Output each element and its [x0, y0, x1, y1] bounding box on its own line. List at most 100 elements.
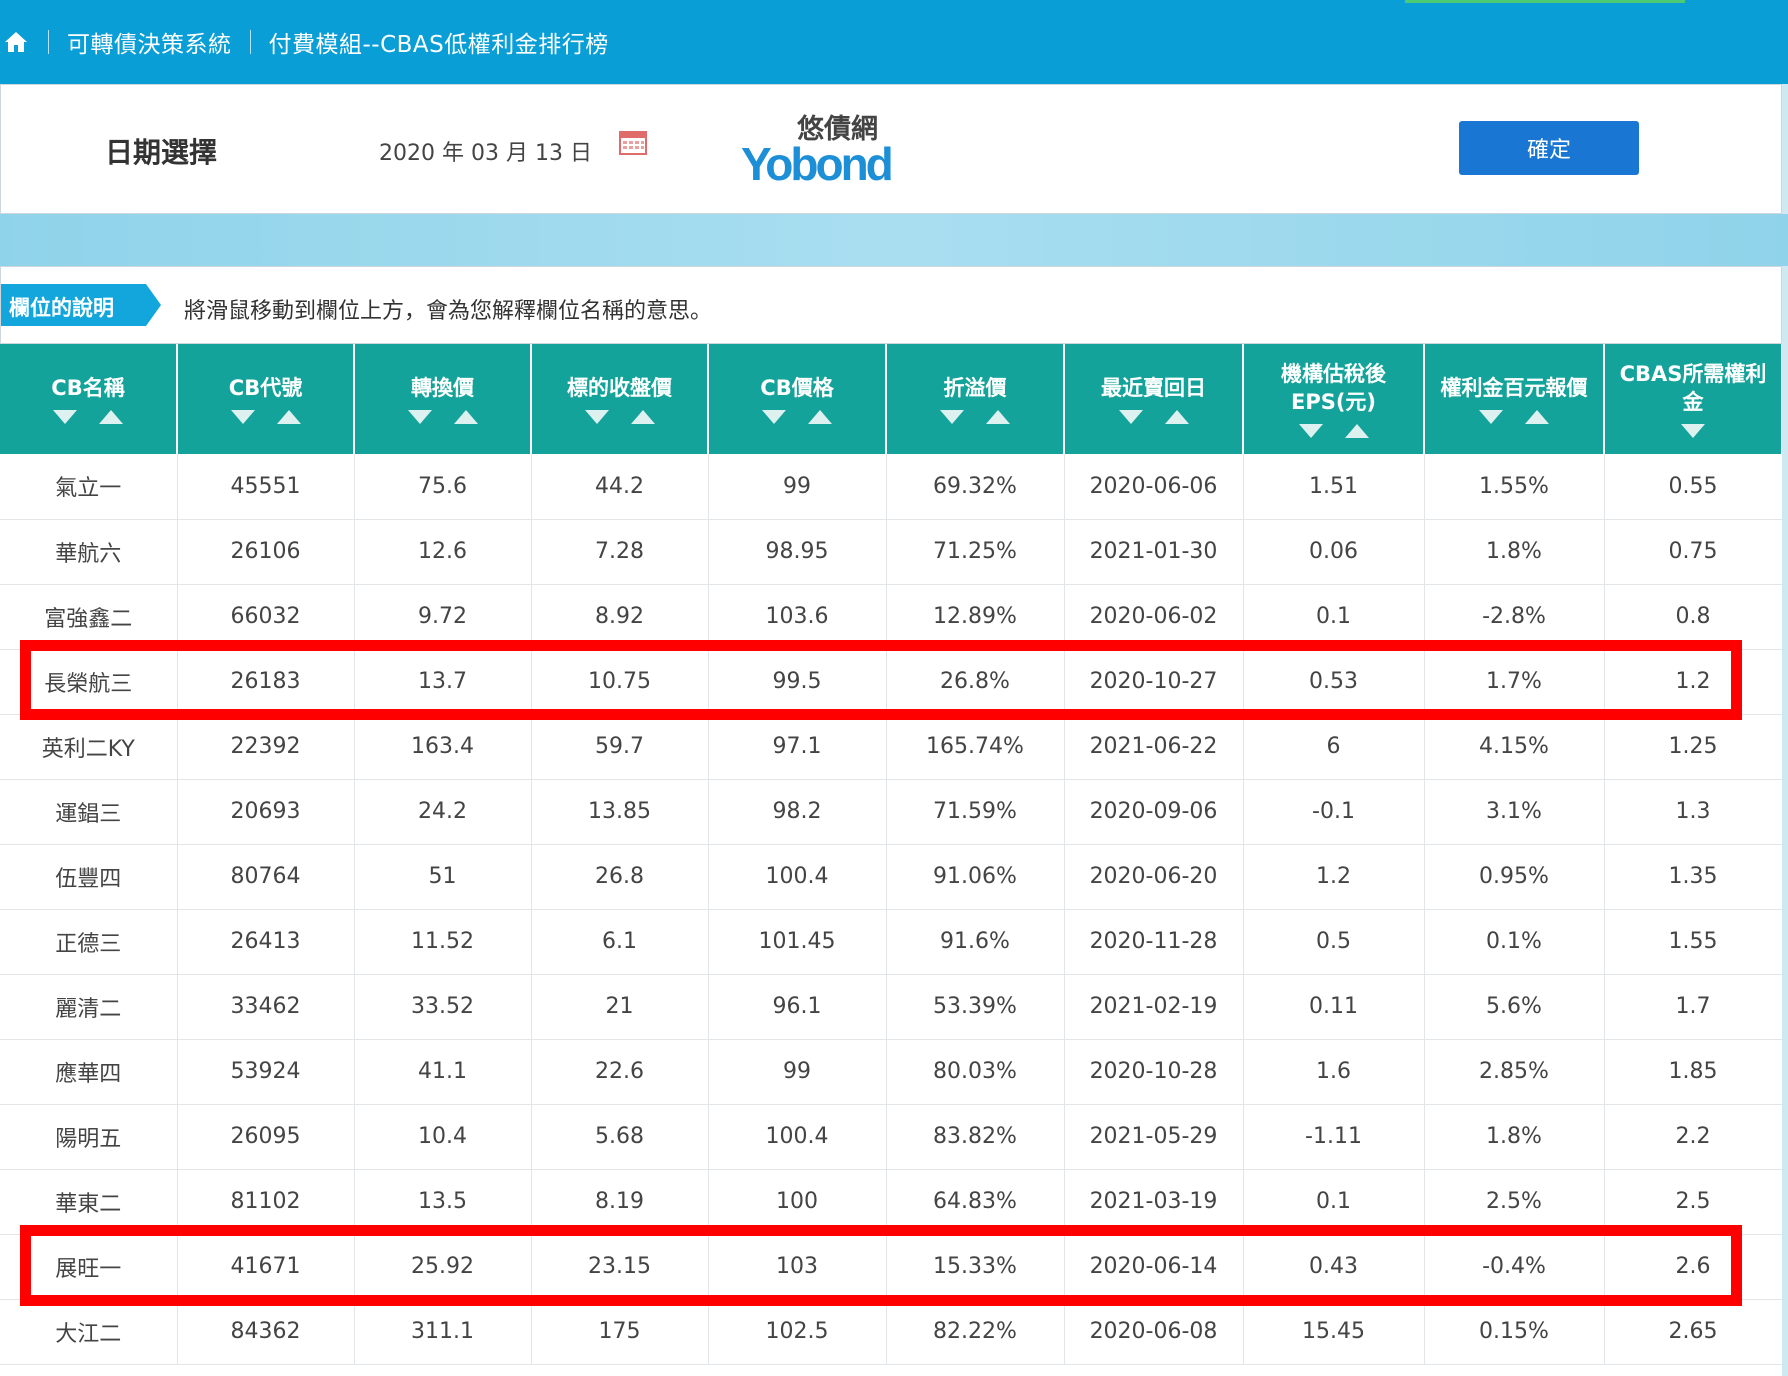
table-cell: 伍豐四: [0, 844, 178, 910]
table-cell: 麗清二: [0, 974, 178, 1040]
sort-ascending-icon[interactable]: [1344, 424, 1369, 438]
table-cell: 陽明五: [0, 1104, 178, 1170]
column-header-label: 標的收盤價: [567, 376, 672, 400]
table-cell: 2.2: [1604, 1104, 1782, 1170]
breadcrumb-item-module[interactable]: 付費模組--CBAS低權利金排行榜: [269, 25, 609, 59]
table-cell: 0.75: [1604, 519, 1782, 585]
sort-controls: [1431, 410, 1597, 424]
top-accent-line: [1405, 0, 1685, 3]
table-row[interactable]: 大江二 84362 311.1 175 102.5 82.22% 2020-06-08 15.…: [0, 1299, 1782, 1365]
table-cell: 102.5: [708, 1299, 887, 1365]
column-header-5[interactable]: 折溢價: [886, 344, 1065, 454]
sort-descending-icon[interactable]: [1298, 424, 1323, 438]
cbas-ranking-table: CB名稱 CB代號 轉換價 標的收盤價 CB價格 折溢價 最近賣回日 機構估稅後EPS(元) 權…: [0, 344, 1782, 1365]
column-explanation-bar: 欄位的說明 將滑鼠移動到欄位上方，會為您解釋欄位名稱的意思。: [0, 266, 1782, 344]
column-header-6[interactable]: 最近賣回日: [1064, 344, 1244, 454]
table-cell: 5.68: [531, 1104, 709, 1170]
highlight-box-row-4: [20, 640, 1742, 720]
sort-descending-icon[interactable]: [230, 410, 255, 424]
column-header-9[interactable]: CBAS所需權利金: [1604, 344, 1782, 454]
table-cell: 91.6%: [886, 909, 1065, 975]
sort-descending-icon[interactable]: [407, 410, 432, 424]
breadcrumb-item-system[interactable]: 可轉債決策系統: [67, 25, 232, 59]
table-cell: 1.8%: [1424, 1104, 1605, 1170]
column-header-label: CBAS所需權利金: [1619, 362, 1767, 414]
table-cell: 22.6: [531, 1039, 709, 1105]
column-header-label: 權利金百元報價: [1440, 376, 1588, 400]
date-year-unit: 年: [442, 141, 465, 166]
table-cell: 163.4: [354, 714, 532, 780]
table-row[interactable]: 英利二KY 22392 163.4 59.7 97.1 165.74% 2021-06-22…: [0, 714, 1782, 780]
sort-controls: [1611, 424, 1775, 438]
sort-ascending-icon[interactable]: [276, 410, 301, 424]
table-row[interactable]: 應華四 53924 41.1 22.6 99 80.03% 2020-10-28 1.6 2.8…: [0, 1039, 1782, 1105]
table-row[interactable]: 陽明五 26095 10.4 5.68 100.4 83.82% 2021-05-29 -1.…: [0, 1104, 1782, 1170]
calendar-icon[interactable]: [619, 129, 647, 155]
table-cell: 175: [531, 1299, 709, 1365]
sort-descending-icon[interactable]: [762, 410, 786, 424]
sort-descending-icon[interactable]: [584, 410, 609, 424]
table-cell: 運錩三: [0, 779, 178, 845]
table-cell: 6.1: [531, 909, 709, 975]
column-header-0[interactable]: CB名稱: [0, 344, 178, 454]
sort-ascending-icon[interactable]: [986, 410, 1010, 424]
table-cell: 10.4: [354, 1104, 532, 1170]
table-cell: 5.6%: [1424, 974, 1605, 1040]
table-cell: 53.39%: [886, 974, 1065, 1040]
table-cell: 80764: [177, 844, 355, 910]
table-cell: 2020-09-06: [1064, 779, 1244, 845]
sort-ascending-icon[interactable]: [1164, 410, 1189, 424]
table-cell: 1.55: [1604, 909, 1782, 975]
top-nav-bar: 可轉債決策系統 付費模組--CBAS低權利金排行榜: [0, 0, 1788, 84]
table-cell: 53924: [177, 1039, 355, 1105]
table-cell: 13.85: [531, 779, 709, 845]
table-cell: 6: [1243, 714, 1425, 780]
table-row[interactable]: 運錩三 20693 24.2 13.85 98.2 71.59% 2020-09-06 -0.…: [0, 779, 1782, 845]
table-cell: 83.82%: [886, 1104, 1065, 1170]
table-cell: 26.8: [531, 844, 709, 910]
table-row[interactable]: 氣立一 45551 75.6 44.2 99 69.32% 2020-06-06 1.51 1.…: [0, 454, 1782, 520]
date-day: 13: [535, 141, 564, 166]
sort-descending-icon[interactable]: [1118, 410, 1143, 424]
table-cell: 20693: [177, 779, 355, 845]
column-header-3[interactable]: 標的收盤價: [531, 344, 709, 454]
table-row[interactable]: 麗清二 33462 33.52 21 96.1 53.39% 2021-02-19 0.11 5…: [0, 974, 1782, 1040]
column-header-4[interactable]: CB價格: [708, 344, 887, 454]
sort-ascending-icon[interactable]: [630, 410, 655, 424]
table-cell: 2.65: [1604, 1299, 1782, 1365]
column-header-8[interactable]: 權利金百元報價: [1424, 344, 1605, 454]
sort-descending-icon[interactable]: [1681, 424, 1705, 438]
table-cell: 51: [354, 844, 532, 910]
sort-descending-icon[interactable]: [53, 410, 77, 424]
sort-ascending-icon[interactable]: [808, 410, 832, 424]
table-cell: 21: [531, 974, 709, 1040]
sort-controls: [715, 410, 879, 424]
home-icon[interactable]: [2, 28, 30, 56]
column-header-2[interactable]: 轉換價: [354, 344, 532, 454]
table-cell: 44.2: [531, 454, 709, 520]
date-field[interactable]: 2020 年 03 月 13 日: [379, 135, 592, 167]
table-row[interactable]: 正德三 26413 11.52 6.1 101.45 91.6% 2020-11-28 0.5…: [0, 909, 1782, 975]
table-cell: 59.7: [531, 714, 709, 780]
table-row[interactable]: 華航六 26106 12.6 7.28 98.95 71.25% 2021-01-30 0.0…: [0, 519, 1782, 585]
table-cell: 1.2: [1243, 844, 1425, 910]
date-day-unit: 日: [570, 141, 593, 166]
table-cell: 0.55: [1604, 454, 1782, 520]
sort-controls: [184, 410, 347, 424]
table-cell: 1.51: [1243, 454, 1425, 520]
sort-controls: [1071, 410, 1236, 424]
highlight-box-row-13: [20, 1225, 1742, 1306]
sort-ascending-icon[interactable]: [1525, 410, 1549, 424]
column-header-7[interactable]: 機構估稅後EPS(元): [1243, 344, 1425, 454]
sort-descending-icon[interactable]: [1479, 410, 1503, 424]
column-header-1[interactable]: CB代號: [177, 344, 355, 454]
table-cell: 氣立一: [0, 454, 178, 520]
sort-ascending-icon[interactable]: [453, 410, 478, 424]
confirm-button[interactable]: 確定: [1459, 121, 1639, 175]
table-row[interactable]: 伍豐四 80764 51 26.8 100.4 91.06% 2020-06-20 1.2 0.…: [0, 844, 1782, 910]
sort-descending-icon[interactable]: [940, 410, 964, 424]
table-cell: 11.52: [354, 909, 532, 975]
sort-ascending-icon[interactable]: [99, 410, 123, 424]
column-header-label: CB代號: [228, 376, 303, 400]
table-cell: 98.2: [708, 779, 887, 845]
